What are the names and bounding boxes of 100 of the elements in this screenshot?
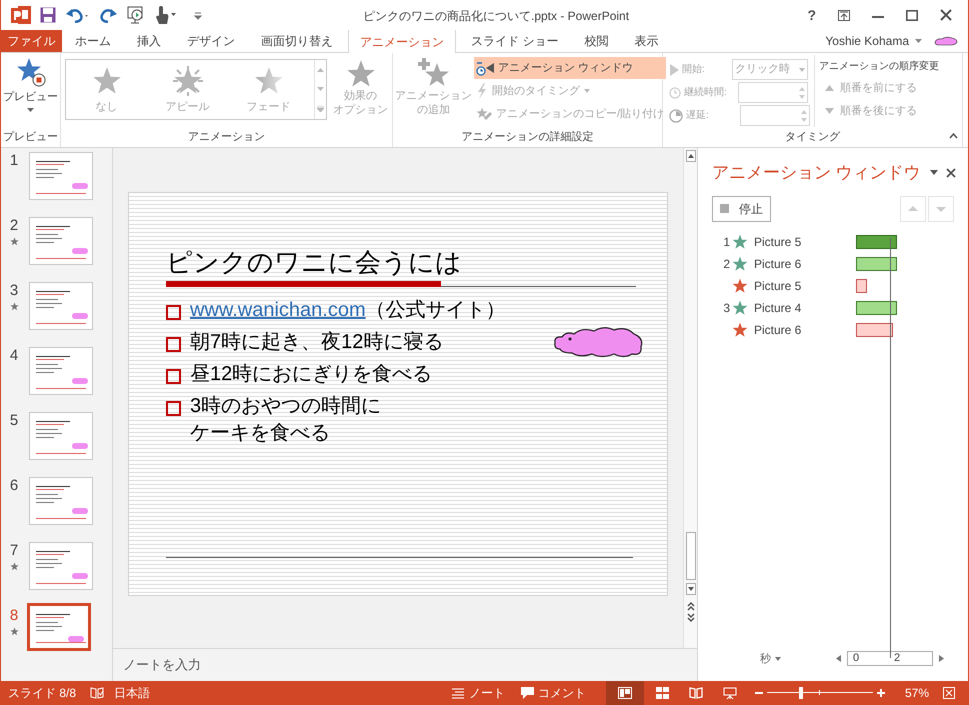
caret-icon: [27, 108, 34, 112]
scroll-right-icon[interactable]: [939, 655, 944, 662]
ribbon-tab[interactable]: デザイン: [174, 29, 248, 52]
zoom-slider-thumb[interactable]: [798, 687, 803, 699]
animation-item[interactable]: 2 Picture 6: [698, 252, 856, 274]
slide-number[interactable]: 6: [10, 477, 18, 494]
notes-field[interactable]: ノートを入力: [123, 655, 201, 675]
bullet-square: [166, 337, 181, 352]
bullet-text: 3時のおやつの時間に ケーキを食べる: [190, 394, 382, 446]
account-name[interactable]: Yoshie Kohama: [825, 32, 909, 50]
zoom-out-icon[interactable]: [754, 689, 763, 697]
website-link[interactable]: www.wanichan.com: [190, 297, 366, 324]
language-indicator[interactable]: 日本語: [114, 684, 150, 702]
slide-thumbnail[interactable]: [29, 282, 93, 330]
preview-button[interactable]: プレビュー: [4, 53, 58, 119]
ribbon-tab[interactable]: 画面切り替え: [248, 29, 346, 52]
field-label: 遅延:: [686, 109, 710, 123]
slide-thumbnail[interactable]: [29, 477, 93, 525]
group-heading: アニメーションの順序変更: [819, 60, 939, 74]
slide-counter[interactable]: スライド 8/8: [8, 684, 76, 702]
bullet-square: [166, 369, 181, 384]
save-icon[interactable]: [40, 7, 56, 23]
scroll-left-icon[interactable]: [836, 655, 841, 662]
slide-number[interactable]: 2: [10, 217, 18, 234]
avatar-icon[interactable]: [934, 36, 958, 46]
order-number: 1: [722, 234, 730, 250]
slide-thumbnail[interactable]: [27, 603, 91, 651]
zoom-in-icon[interactable]: [876, 689, 885, 697]
caret-icon[interactable]: [930, 170, 938, 176]
ribbon-tab[interactable]: 挿入: [124, 29, 174, 52]
ribbon-tab[interactable]: 表示: [621, 29, 672, 52]
animation-item[interactable]: Picture 6: [698, 318, 856, 340]
ribbon-tab[interactable]: ホーム: [62, 29, 124, 52]
delay-field[interactable]: [740, 105, 810, 126]
time-unit-dropdown[interactable]: 秒: [760, 650, 781, 667]
slideshow-icon[interactable]: [127, 6, 145, 24]
triangle-up-icon: [825, 85, 834, 91]
close-icon[interactable]: [940, 9, 952, 21]
slide-thumbnail[interactable]: [29, 542, 93, 590]
triangle-down-icon: [825, 108, 834, 114]
file-tab[interactable]: ファイル: [1, 29, 62, 52]
customize-toolbar-icon[interactable]: [193, 10, 203, 20]
ribbon-tab[interactable]: スライド ショー: [458, 29, 572, 52]
slide-number[interactable]: 5: [10, 412, 18, 429]
slide-sorter-icon[interactable]: [656, 687, 669, 699]
close-icon[interactable]: [946, 168, 956, 178]
touch-mode-icon[interactable]: [154, 6, 178, 24]
item-name: Picture 5: [754, 278, 802, 294]
ribbon-tab[interactable]: 校閲: [571, 29, 622, 52]
bullet-text: 朝7時に起き、夜12時に寝る: [190, 330, 444, 355]
slide-thumbnail[interactable]: [29, 412, 93, 460]
notes-icon: [452, 688, 464, 698]
help-button[interactable]: ?: [807, 4, 816, 26]
entrance-star-icon: [732, 300, 748, 316]
comment-icon: [520, 687, 534, 699]
collapse-ribbon-icon[interactable]: [949, 133, 958, 139]
duration-field[interactable]: [738, 82, 808, 103]
item-name: Picture 6: [754, 322, 802, 338]
fading-star-icon: [254, 66, 284, 96]
app-icon[interactable]: [11, 6, 31, 24]
scrollbar-thumb[interactable]: [686, 532, 696, 580]
tick-label: 2: [894, 652, 900, 666]
scroll-down-icon[interactable]: [686, 583, 696, 595]
slide-number[interactable]: 3: [10, 282, 18, 299]
slide-number[interactable]: 7: [10, 542, 18, 559]
preview-star-icon: [16, 57, 46, 87]
ribbon-command[interactable]: アニメーション ウィンドウ: [474, 57, 666, 79]
animation-item[interactable]: Picture 5: [698, 274, 856, 296]
exit-star-icon: [732, 278, 748, 294]
ribbon-tab[interactable]: アニメーション: [348, 29, 456, 53]
fit-to-window-icon[interactable]: [943, 687, 955, 699]
ribbon-display-options-icon[interactable]: [838, 10, 850, 20]
animation-item[interactable]: 1 Picture 5: [698, 230, 856, 252]
field-label: 開始:: [682, 63, 706, 77]
lightning-icon: [476, 83, 488, 99]
reading-view-icon[interactable]: [688, 687, 703, 699]
maximize-icon[interactable]: [906, 10, 918, 20]
redo-icon[interactable]: [100, 7, 118, 23]
normal-view-button[interactable]: [606, 681, 644, 705]
next-slide-icon[interactable]: [686, 613, 694, 623]
undo-icon[interactable]: [65, 7, 91, 23]
proofing-book-icon[interactable]: [90, 687, 104, 699]
slide-thumbnail[interactable]: [29, 152, 93, 200]
previous-slide-icon[interactable]: [686, 601, 694, 611]
normal-view-icon: [618, 687, 632, 699]
zoom-level[interactable]: 57%: [904, 684, 929, 702]
slide-number[interactable]: 8: [10, 607, 18, 624]
pane-title: アニメーション ウィンドウ: [712, 162, 921, 184]
scroll-up-icon[interactable]: [686, 150, 696, 162]
slide-number[interactable]: 1: [10, 152, 18, 169]
caret-icon[interactable]: [915, 38, 922, 42]
slideshow-view-icon[interactable]: [722, 686, 737, 700]
slide-thumbnail[interactable]: [29, 347, 93, 395]
animation-item[interactable]: 3 Picture 4: [698, 296, 856, 318]
vertical-scrollbar[interactable]: [683, 148, 697, 648]
notes-button[interactable]: ノート: [452, 684, 505, 702]
slide-number[interactable]: 4: [10, 347, 18, 364]
slide-thumbnail[interactable]: [29, 217, 93, 265]
comments-button[interactable]: コメント: [520, 684, 586, 702]
stop-button[interactable]: 停止: [712, 196, 771, 222]
